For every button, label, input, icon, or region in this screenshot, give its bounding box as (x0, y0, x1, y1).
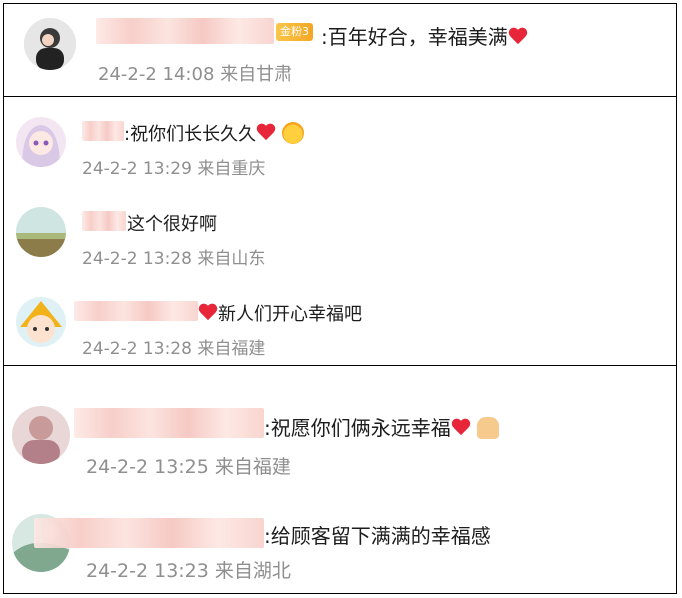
comment-text-content: :祝愿你们俩永远幸福 (264, 416, 451, 440)
comment-item: :祝愿你们俩永远幸福 24-2-2 13:25 来自福建 (4, 366, 676, 478)
fan-badge: 金粉3 (276, 23, 313, 41)
username-redacted[interactable] (82, 121, 124, 141)
comment-item: 金粉3 :百年好合，幸福美满 24-2-2 14:08 来自甘肃 (4, 4, 676, 98)
party-face-icon (281, 122, 304, 144)
comment-panel-3: :祝愿你们俩永远幸福 24-2-2 13:25 来自福建 :给顾客留下满满的幸福… (3, 365, 677, 594)
comment-meta: 24-2-2 13:29 来自重庆 (82, 159, 266, 179)
comment-meta: 24-2-2 14:08 来自甘肃 (98, 64, 293, 85)
folded-hands-icon (477, 417, 500, 439)
avatar[interactable] (16, 207, 66, 257)
comment-text: 这个很好啊 (127, 214, 217, 235)
comment-panel-1: 金粉3 :百年好合，幸福美满 24-2-2 14:08 来自甘肃 (3, 3, 677, 97)
comment-meta: 24-2-2 13:25 来自福建 (86, 456, 291, 478)
comment-text: :百年好合，幸福美满 (321, 21, 528, 50)
comment-panel-2: :祝你们长长久久 24-2-2 13:29 来自重庆 这个很好啊 24-2-2 … (3, 96, 677, 366)
comment-text: :给顾客留下满满的幸福感 (264, 524, 491, 548)
username-redacted[interactable] (74, 301, 198, 321)
comment-text: :祝愿你们俩永远幸福 (264, 412, 500, 441)
comment-text-content: :祝你们长长久久 (124, 124, 257, 145)
comment-text-content: 新人们开心幸福吧 (218, 304, 362, 325)
username-redacted[interactable] (34, 518, 264, 548)
avatar[interactable] (24, 18, 76, 70)
comment-text: :祝你们长长久久 (124, 120, 304, 146)
comment-text-content: :百年好合，幸福美满 (321, 25, 508, 49)
username-redacted[interactable] (96, 18, 274, 44)
red-heart-icon (198, 304, 218, 322)
comment-item: :给顾客留下满满的幸福感 24-2-2 13:23 来自湖北 (4, 478, 676, 595)
avatar[interactable] (16, 117, 66, 167)
comment-meta: 24-2-2 13:23 来自湖北 (86, 560, 291, 582)
avatar[interactable] (16, 297, 66, 347)
red-heart-icon (256, 124, 276, 142)
comment-item: 新人们开心幸福吧 24-2-2 13:28 来自福建 (4, 277, 676, 367)
comment-item: 这个很好啊 24-2-2 13:28 来自山东 (4, 187, 676, 277)
username-redacted[interactable] (82, 211, 126, 231)
comment-meta: 24-2-2 13:28 来自山东 (82, 249, 266, 269)
comment-text: 新人们开心幸福吧 (198, 300, 362, 326)
red-heart-icon (508, 28, 528, 46)
comment-meta: 24-2-2 13:28 来自福建 (82, 339, 266, 359)
username-redacted[interactable] (74, 408, 264, 438)
red-heart-icon (451, 419, 471, 437)
comment-item: :祝你们长长久久 24-2-2 13:29 来自重庆 (4, 97, 676, 187)
avatar[interactable] (12, 406, 70, 464)
